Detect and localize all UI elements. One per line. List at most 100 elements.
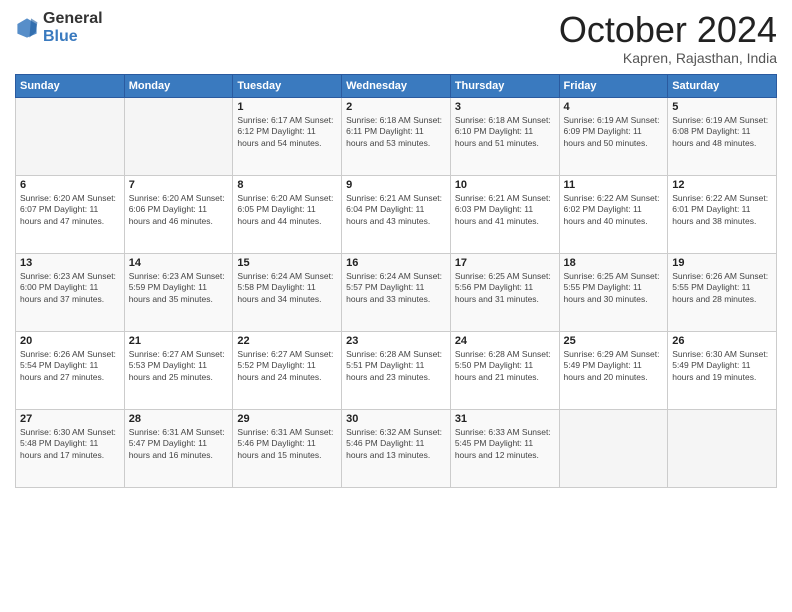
- month-title: October 2024: [559, 10, 777, 50]
- calendar-week-3: 13 Sunrise: 6:23 AM Sunset: 6:00 PM Dayli…: [16, 253, 777, 331]
- day-number: 1: [237, 101, 337, 113]
- day-number: 27: [20, 413, 120, 425]
- day-number: 26: [672, 335, 772, 347]
- calendar-cell: 5 Sunrise: 6:19 AM Sunset: 6:08 PM Daylig…: [668, 97, 777, 175]
- cell-info: Sunrise: 6:18 AM Sunset: 6:10 PM Dayligh…: [455, 115, 555, 151]
- calendar-cell: 21Sunrise: 6:27 AM Sunset: 5:53 PM Dayli…: [124, 331, 233, 409]
- day-number: 8: [237, 179, 337, 191]
- calendar-cell: [124, 97, 233, 175]
- cell-info: Sunrise: 6:26 AM Sunset: 5:55 PM Dayligh…: [672, 271, 772, 307]
- calendar-cell: 7Sunrise: 6:20 AM Sunset: 6:06 PM Daylig…: [124, 175, 233, 253]
- day-header-friday: Friday: [559, 74, 668, 97]
- day-number: 19: [672, 257, 772, 269]
- day-number: 18: [564, 257, 664, 269]
- logo-general: General: [43, 10, 103, 28]
- calendar-cell: 28Sunrise: 6:31 AM Sunset: 5:47 PM Dayli…: [124, 409, 233, 487]
- cell-info: Sunrise: 6:20 AM Sunset: 6:07 PM Dayligh…: [20, 193, 120, 229]
- cell-info: Sunrise: 6:30 AM Sunset: 5:49 PM Dayligh…: [672, 349, 772, 385]
- day-header-thursday: Thursday: [450, 74, 559, 97]
- day-header-sunday: Sunday: [16, 74, 125, 97]
- calendar-week-2: 6 Sunrise: 6:20 AM Sunset: 6:07 PM Daylig…: [16, 175, 777, 253]
- cell-info: Sunrise: 6:22 AM Sunset: 6:02 PM Dayligh…: [564, 193, 664, 229]
- cell-info: Sunrise: 6:21 AM Sunset: 6:03 PM Dayligh…: [455, 193, 555, 229]
- calendar-table: SundayMondayTuesdayWednesdayThursdayFrid…: [15, 74, 777, 488]
- day-number: 28: [129, 413, 229, 425]
- calendar-cell: 19 Sunrise: 6:26 AM Sunset: 5:55 PM Dayli…: [668, 253, 777, 331]
- calendar-cell: 3 Sunrise: 6:18 AM Sunset: 6:10 PM Daylig…: [450, 97, 559, 175]
- calendar-cell: 4 Sunrise: 6:19 AM Sunset: 6:09 PM Daylig…: [559, 97, 668, 175]
- calendar-cell: [668, 409, 777, 487]
- calendar-cell: 1 Sunrise: 6:17 AM Sunset: 6:12 PM Daylig…: [233, 97, 342, 175]
- day-number: 9: [346, 179, 446, 191]
- calendar-cell: 17Sunrise: 6:25 AM Sunset: 5:56 PM Dayli…: [450, 253, 559, 331]
- cell-info: Sunrise: 6:17 AM Sunset: 6:12 PM Dayligh…: [237, 115, 337, 151]
- day-number: 6: [20, 179, 120, 191]
- cell-info: Sunrise: 6:23 AM Sunset: 5:59 PM Dayligh…: [129, 271, 229, 307]
- calendar-cell: 16 Sunrise: 6:24 AM Sunset: 5:57 PM Dayli…: [342, 253, 451, 331]
- day-number: 31: [455, 413, 555, 425]
- calendar-page: General Blue October 2024 Kapren, Rajast…: [0, 0, 792, 612]
- cell-info: Sunrise: 6:26 AM Sunset: 5:54 PM Dayligh…: [20, 349, 120, 385]
- day-number: 3: [455, 101, 555, 113]
- calendar-week-4: 20 Sunrise: 6:26 AM Sunset: 5:54 PM Dayli…: [16, 331, 777, 409]
- cell-info: Sunrise: 6:32 AM Sunset: 5:46 PM Dayligh…: [346, 427, 446, 463]
- cell-info: Sunrise: 6:25 AM Sunset: 5:55 PM Dayligh…: [564, 271, 664, 307]
- title-block: October 2024 Kapren, Rajasthan, India: [559, 10, 777, 66]
- calendar-cell: 25 Sunrise: 6:29 AM Sunset: 5:49 PM Dayli…: [559, 331, 668, 409]
- day-number: 30: [346, 413, 446, 425]
- day-number: 21: [129, 335, 229, 347]
- day-number: 10: [455, 179, 555, 191]
- day-number: 16: [346, 257, 446, 269]
- day-number: 22: [237, 335, 337, 347]
- calendar-cell: 20 Sunrise: 6:26 AM Sunset: 5:54 PM Dayli…: [16, 331, 125, 409]
- logo-icon: [15, 16, 39, 40]
- calendar-cell: 10 Sunrise: 6:21 AM Sunset: 6:03 PM Dayli…: [450, 175, 559, 253]
- cell-info: Sunrise: 6:30 AM Sunset: 5:48 PM Dayligh…: [20, 427, 120, 463]
- day-number: 5: [672, 101, 772, 113]
- cell-info: Sunrise: 6:19 AM Sunset: 6:09 PM Dayligh…: [564, 115, 664, 151]
- calendar-cell: 11 Sunrise: 6:22 AM Sunset: 6:02 PM Dayli…: [559, 175, 668, 253]
- calendar-cell: 9 Sunrise: 6:21 AM Sunset: 6:04 PM Daylig…: [342, 175, 451, 253]
- logo: General Blue: [15, 10, 103, 45]
- day-number: 4: [564, 101, 664, 113]
- day-header-saturday: Saturday: [668, 74, 777, 97]
- calendar-cell: 23 Sunrise: 6:28 AM Sunset: 5:51 PM Dayli…: [342, 331, 451, 409]
- calendar-cell: 8 Sunrise: 6:20 AM Sunset: 6:05 PM Daylig…: [233, 175, 342, 253]
- cell-info: Sunrise: 6:21 AM Sunset: 6:04 PM Dayligh…: [346, 193, 446, 229]
- calendar-week-1: 1 Sunrise: 6:17 AM Sunset: 6:12 PM Daylig…: [16, 97, 777, 175]
- day-number: 25: [564, 335, 664, 347]
- day-header-wednesday: Wednesday: [342, 74, 451, 97]
- cell-info: Sunrise: 6:20 AM Sunset: 6:05 PM Dayligh…: [237, 193, 337, 229]
- cell-info: Sunrise: 6:24 AM Sunset: 5:57 PM Dayligh…: [346, 271, 446, 307]
- day-number: 15: [237, 257, 337, 269]
- day-number: 12: [672, 179, 772, 191]
- calendar-cell: 30 Sunrise: 6:32 AM Sunset: 5:46 PM Dayli…: [342, 409, 451, 487]
- calendar-cell: 2 Sunrise: 6:18 AM Sunset: 6:11 PM Daylig…: [342, 97, 451, 175]
- logo-blue: Blue: [43, 28, 103, 46]
- cell-info: Sunrise: 6:18 AM Sunset: 6:11 PM Dayligh…: [346, 115, 446, 151]
- day-number: 2: [346, 101, 446, 113]
- cell-info: Sunrise: 6:29 AM Sunset: 5:49 PM Dayligh…: [564, 349, 664, 385]
- calendar-cell: 18 Sunrise: 6:25 AM Sunset: 5:55 PM Dayli…: [559, 253, 668, 331]
- calendar-cell: 15Sunrise: 6:24 AM Sunset: 5:58 PM Dayli…: [233, 253, 342, 331]
- day-number: 23: [346, 335, 446, 347]
- day-number: 11: [564, 179, 664, 191]
- calendar-cell: 14Sunrise: 6:23 AM Sunset: 5:59 PM Dayli…: [124, 253, 233, 331]
- cell-info: Sunrise: 6:28 AM Sunset: 5:50 PM Dayligh…: [455, 349, 555, 385]
- day-number: 13: [20, 257, 120, 269]
- calendar-cell: [559, 409, 668, 487]
- calendar-cell: 27 Sunrise: 6:30 AM Sunset: 5:48 PM Dayli…: [16, 409, 125, 487]
- calendar-cell: 12Sunrise: 6:22 AM Sunset: 6:01 PM Dayli…: [668, 175, 777, 253]
- cell-info: Sunrise: 6:19 AM Sunset: 6:08 PM Dayligh…: [672, 115, 772, 151]
- calendar-cell: 22 Sunrise: 6:27 AM Sunset: 5:52 PM Dayli…: [233, 331, 342, 409]
- cell-info: Sunrise: 6:23 AM Sunset: 6:00 PM Dayligh…: [20, 271, 120, 307]
- day-number: 20: [20, 335, 120, 347]
- cell-info: Sunrise: 6:28 AM Sunset: 5:51 PM Dayligh…: [346, 349, 446, 385]
- calendar-cell: 31Sunrise: 6:33 AM Sunset: 5:45 PM Dayli…: [450, 409, 559, 487]
- cell-info: Sunrise: 6:27 AM Sunset: 5:52 PM Dayligh…: [237, 349, 337, 385]
- logo-text: General Blue: [43, 10, 103, 45]
- calendar-week-5: 27 Sunrise: 6:30 AM Sunset: 5:48 PM Dayli…: [16, 409, 777, 487]
- cell-info: Sunrise: 6:31 AM Sunset: 5:46 PM Dayligh…: [237, 427, 337, 463]
- calendar-cell: 13 Sunrise: 6:23 AM Sunset: 6:00 PM Dayli…: [16, 253, 125, 331]
- day-number: 17: [455, 257, 555, 269]
